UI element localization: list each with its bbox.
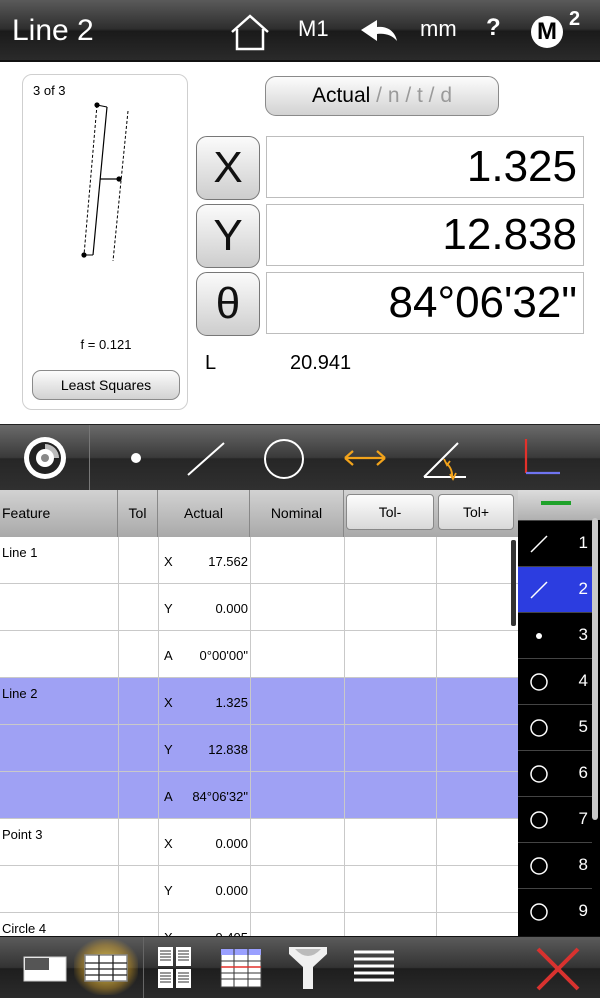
x-axis-button[interactable]: X [196, 136, 260, 200]
table-row[interactable]: Point 3 X 0.000 [0, 819, 518, 866]
feature-list-item[interactable]: 7 [518, 796, 592, 842]
datum-icon[interactable] [516, 435, 562, 481]
table-view-icon[interactable] [84, 954, 128, 982]
point-icon [536, 633, 542, 639]
line-icon [530, 535, 548, 553]
feature-list-item[interactable]: 1 [518, 520, 592, 566]
table-scrollbar[interactable] [511, 540, 516, 626]
theta-axis-button[interactable]: θ [196, 272, 260, 336]
theta-readout: 84°06'32" [266, 272, 584, 334]
col-tol-minus-button[interactable]: Tol- [346, 494, 434, 530]
table-row[interactable]: Y 0.000 [0, 866, 518, 913]
column-divider [118, 537, 119, 936]
bottombar-divider [143, 937, 144, 998]
point-icon[interactable] [128, 450, 144, 466]
list-icon[interactable] [352, 949, 396, 987]
feature-preview: 3 of 3 f = 0.121 Least Squares [22, 74, 188, 410]
feature-number: 2 [578, 579, 588, 598]
mode-badge[interactable]: M [531, 16, 563, 48]
feature-number: 9 [578, 901, 588, 920]
feature-list-scrollbar[interactable] [592, 518, 598, 820]
active-indicator [541, 501, 571, 505]
circle-icon [530, 811, 548, 829]
units-label[interactable]: mm [420, 16, 457, 42]
mode-rest-label: / n / t / d [370, 84, 453, 107]
feature-list-item[interactable]: 4 [518, 658, 592, 704]
feature-list-item[interactable]: 3 [518, 612, 592, 658]
column-divider [344, 537, 345, 936]
table-row[interactable]: A 0°00'00" [0, 631, 518, 678]
feature-list-item[interactable]: 5 [518, 704, 592, 750]
mode-superscript: 2 [569, 8, 581, 30]
form-value: f = 0.121 [80, 337, 132, 352]
feature-list-header [518, 490, 600, 520]
column-divider [250, 537, 251, 936]
feature-list: 1 2 3 4 5 6 7 8 9 [518, 490, 600, 936]
y-axis-button[interactable]: Y [196, 204, 260, 268]
feature-number: 3 [578, 625, 588, 644]
feature-number: 4 [578, 671, 588, 690]
column-divider [436, 537, 437, 936]
help-button[interactable]: ? [486, 14, 501, 42]
grid-icon[interactable] [220, 948, 262, 988]
distance-icon[interactable] [343, 445, 387, 471]
feature-list-item[interactable]: 6 [518, 750, 592, 796]
col-actual[interactable]: Actual [158, 490, 250, 537]
probe-icon[interactable] [22, 435, 68, 481]
feature-name-cell: Circle 4 [2, 921, 47, 936]
feature-number: 5 [578, 717, 588, 736]
feature-toolbar [0, 424, 600, 491]
table-row[interactable]: Line 1 X 17.562 [0, 537, 518, 584]
table-row[interactable]: Line 2 X 1.325 [0, 678, 518, 725]
feature-number: 6 [578, 763, 588, 782]
table-row[interactable]: Y 0.000 [0, 584, 518, 631]
circle-icon [530, 857, 548, 875]
magnification-label[interactable]: M1 [298, 16, 329, 42]
circle-icon [530, 719, 548, 737]
col-nominal[interactable]: Nominal [250, 490, 344, 537]
column-divider [158, 537, 159, 936]
filter-icon[interactable] [287, 945, 329, 991]
angle-icon[interactable] [420, 437, 470, 481]
home-icon[interactable] [229, 12, 271, 52]
mode-active-label: Actual [311, 84, 371, 107]
app-window: Line 2 M1 mm ? M 2 3 of 3 f = 0.121 Leas… [0, 0, 600, 998]
single-view-icon[interactable] [22, 955, 68, 983]
feature-number: 1 [578, 533, 588, 552]
circle-icon [530, 673, 548, 691]
length-value: 20.941 [290, 352, 352, 374]
delete-icon[interactable] [534, 945, 582, 993]
col-tol[interactable]: Tol [118, 490, 158, 537]
y-readout: 12.838 [266, 204, 584, 266]
table-row[interactable]: Y 12.838 [0, 725, 518, 772]
top-bar: Line 2 M1 mm ? M 2 [0, 0, 600, 62]
toolbar-divider [89, 425, 90, 491]
table-row[interactable]: Circle 4X9.405 [0, 913, 518, 936]
line-preview-graphic [81, 102, 129, 262]
feature-number: 8 [578, 855, 588, 874]
line-icon[interactable] [184, 439, 228, 479]
col-feature[interactable]: Feature [0, 490, 118, 537]
circle-icon[interactable] [262, 437, 306, 481]
display-mode-button[interactable]: Actual / n / t / d [265, 76, 499, 116]
least-squares-button[interactable]: Least Squares [32, 370, 180, 400]
measurement-panel: 3 of 3 f = 0.121 Least Squares Actual / … [0, 62, 600, 422]
feature-number: 7 [578, 809, 588, 828]
circle-icon [530, 903, 548, 921]
report-icon[interactable] [157, 946, 193, 990]
results-table: Feature Tol Actual Nominal Tol- Tol+ Lin… [0, 490, 518, 936]
feature-list-item[interactable]: 8 [518, 842, 592, 888]
length-label: L [205, 352, 217, 374]
col-tol-plus-button[interactable]: Tol+ [438, 494, 514, 530]
line-icon [530, 581, 548, 599]
bottom-bar [0, 936, 600, 998]
undo-icon[interactable] [357, 14, 403, 48]
feature-list-item[interactable]: 9 [518, 888, 592, 934]
page-title: Line 2 [12, 14, 94, 47]
feature-list-item[interactable]: 2 [518, 566, 592, 612]
table-header: Feature Tol Actual Nominal Tol- Tol+ [0, 490, 518, 537]
x-readout: 1.325 [266, 136, 584, 198]
circle-icon [530, 765, 548, 783]
table-row[interactable]: A 84°06'32" [0, 772, 518, 819]
